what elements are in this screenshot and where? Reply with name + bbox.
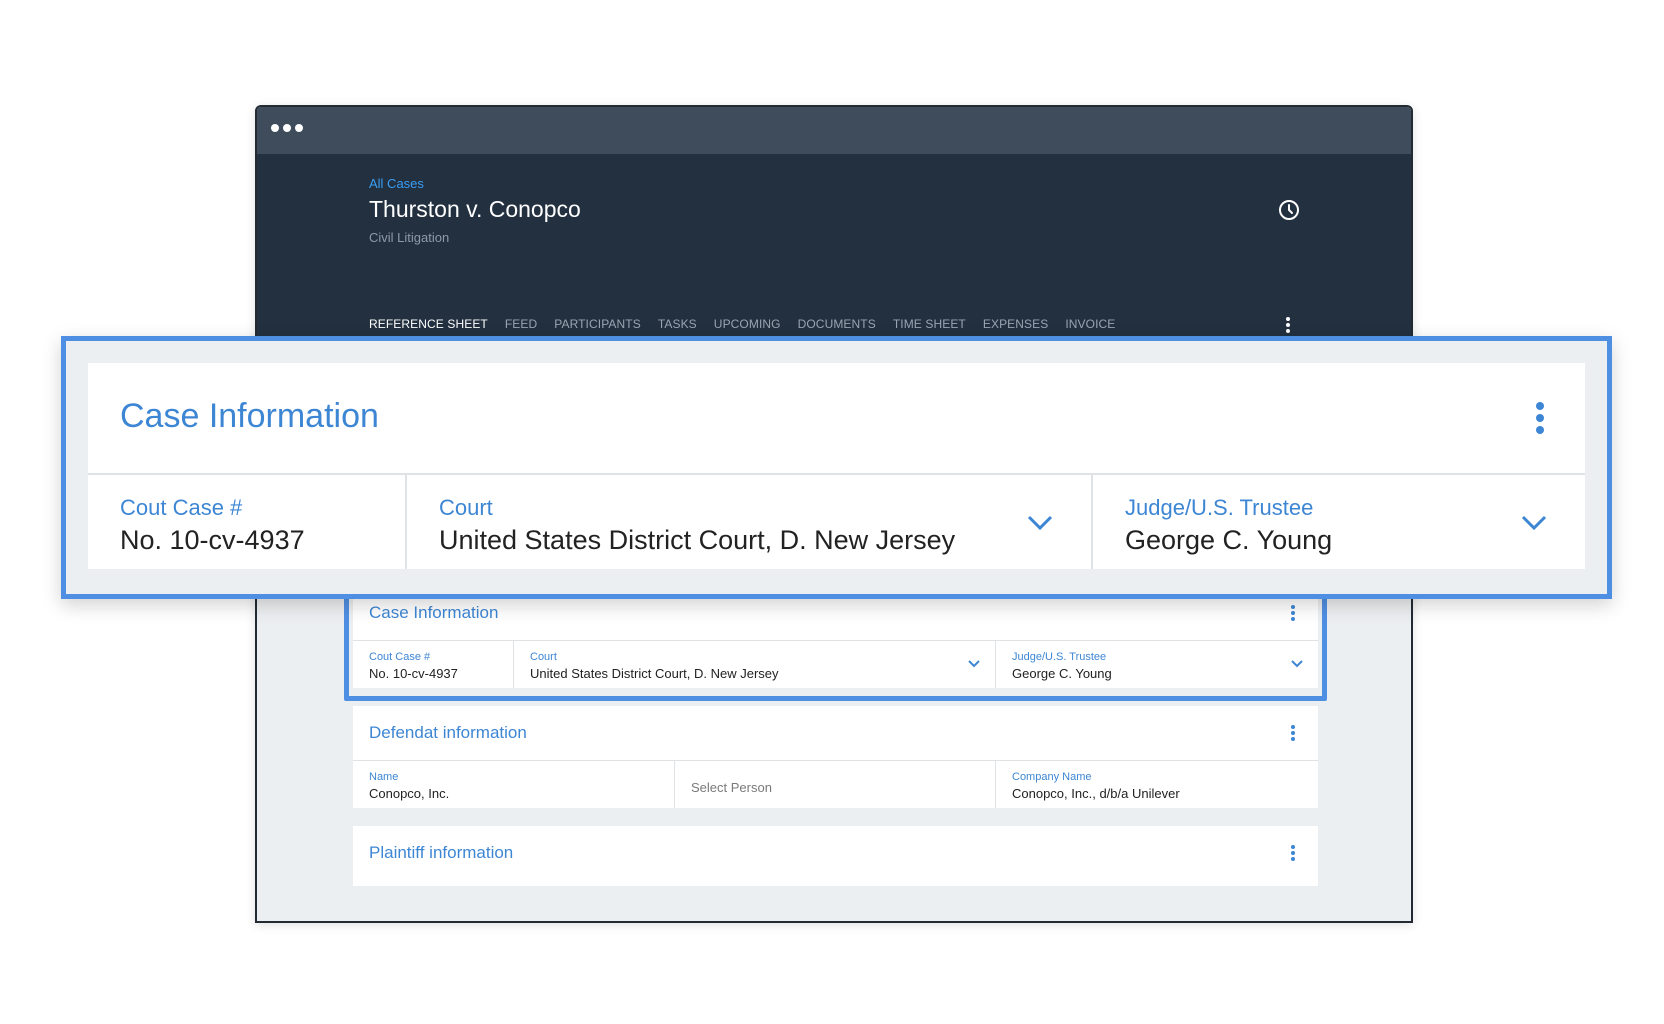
tab-upcoming[interactable]: UPCOMING [714, 317, 781, 331]
more-vertical-icon[interactable] [1535, 401, 1545, 435]
case-number-field[interactable]: Cout Case # No. 10-cv-4937 [353, 641, 514, 688]
chevron-down-icon[interactable] [1290, 659, 1304, 669]
field-value: Conopco, Inc., d/b/a Unilever [1012, 786, 1180, 801]
select-person-field[interactable]: Select Person [675, 761, 996, 808]
tab-time-sheet[interactable]: TIME SHEET [893, 317, 966, 331]
field-value: United States District Court, D. New Jer… [439, 525, 956, 555]
plaintiff-information-card: Plaintiff information [353, 826, 1318, 886]
field-placeholder: Select Person [691, 780, 772, 795]
more-vertical-icon[interactable] [1290, 724, 1296, 742]
field-value: George C. Young [1125, 525, 1333, 555]
tab-tasks[interactable]: TASKS [658, 317, 697, 331]
zoom-callout: Case Information Cout Case # No. 10-cv-4… [61, 336, 1612, 599]
field-label: Judge/U.S. Trustee [1125, 495, 1314, 520]
field-label: Cout Case # [120, 495, 243, 520]
case-information-row: Cout Case # No. 10-cv-4937 Court United … [88, 475, 1585, 569]
window-dots-icon[interactable] [271, 124, 303, 132]
field-label: Judge/U.S. Trustee [1012, 651, 1107, 663]
case-type: Civil Litigation [369, 230, 450, 245]
page-title: Thurston v. Conopco [369, 196, 581, 222]
judge-select[interactable]: Judge/U.S. Trustee George C. Young [996, 641, 1318, 688]
court-select[interactable]: Court United States District Court, D. N… [407, 475, 1093, 569]
tab-expenses[interactable]: EXPENSES [983, 317, 1049, 331]
case-information-row: Cout Case # No. 10-cv-4937 Court United … [353, 641, 1318, 688]
tab-reference-sheet[interactable]: REFERENCE SHEET [369, 317, 488, 331]
case-information-card: Case Information Cout Case # No. 10-cv-4… [353, 586, 1318, 688]
card-title: Plaintiff information [369, 843, 514, 862]
field-value: George C. Young [1012, 666, 1112, 681]
tab-participants[interactable]: PARTICIPANTS [554, 317, 641, 331]
field-label: Court [439, 495, 493, 520]
tab-documents[interactable]: DOCUMENTS [798, 317, 876, 331]
window-titlebar [257, 107, 1411, 154]
more-vertical-icon[interactable] [1285, 316, 1291, 334]
chevron-down-icon[interactable] [967, 659, 981, 669]
tab-bar: REFERENCE SHEET FEED PARTICIPANTS TASKS … [369, 317, 1115, 331]
tab-feed[interactable]: FEED [505, 317, 537, 331]
tab-invoice[interactable]: INVOICE [1065, 317, 1115, 331]
field-label: Cout Case # [369, 651, 431, 663]
card-title: Case Information [369, 603, 499, 622]
defendant-information-card: Defendat information Name Conopco, Inc. … [353, 706, 1318, 808]
card-header: Plaintiff information [353, 826, 1318, 881]
field-label: Company Name [1012, 771, 1092, 783]
field-value: No. 10-cv-4937 [369, 666, 458, 681]
more-vertical-icon[interactable] [1290, 604, 1296, 622]
field-label: Court [530, 651, 557, 663]
court-select[interactable]: Court United States District Court, D. N… [514, 641, 996, 688]
history-clock-icon[interactable] [1277, 198, 1301, 222]
company-name-field[interactable]: Company Name Conopco, Inc., d/b/a Unilev… [996, 761, 1318, 808]
defendant-name-field[interactable]: Name Conopco, Inc. [353, 761, 675, 808]
defendant-information-row: Name Conopco, Inc. Select Person Company… [353, 761, 1318, 808]
judge-select[interactable]: Judge/U.S. Trustee George C. Young [1093, 475, 1585, 569]
card-header: Case Information [88, 363, 1585, 475]
field-value: No. 10-cv-4937 [120, 525, 305, 555]
chevron-down-icon[interactable] [1521, 515, 1547, 531]
field-label: Name [369, 771, 399, 783]
case-information-card-zoomed: Case Information Cout Case # No. 10-cv-4… [88, 363, 1585, 569]
chevron-down-icon[interactable] [1027, 515, 1053, 531]
case-number-field[interactable]: Cout Case # No. 10-cv-4937 [88, 475, 407, 569]
more-vertical-icon[interactable] [1290, 844, 1296, 862]
stage: All Cases Thurston v. Conopco Civil Liti… [0, 0, 1664, 1024]
field-value: Conopco, Inc. [369, 786, 450, 801]
card-title: Case Information [120, 397, 379, 435]
breadcrumb-all-cases[interactable]: All Cases [369, 176, 424, 191]
field-value: United States District Court, D. New Jer… [530, 666, 779, 681]
card-header: Defendat information [353, 706, 1318, 761]
card-title: Defendat information [369, 723, 527, 742]
